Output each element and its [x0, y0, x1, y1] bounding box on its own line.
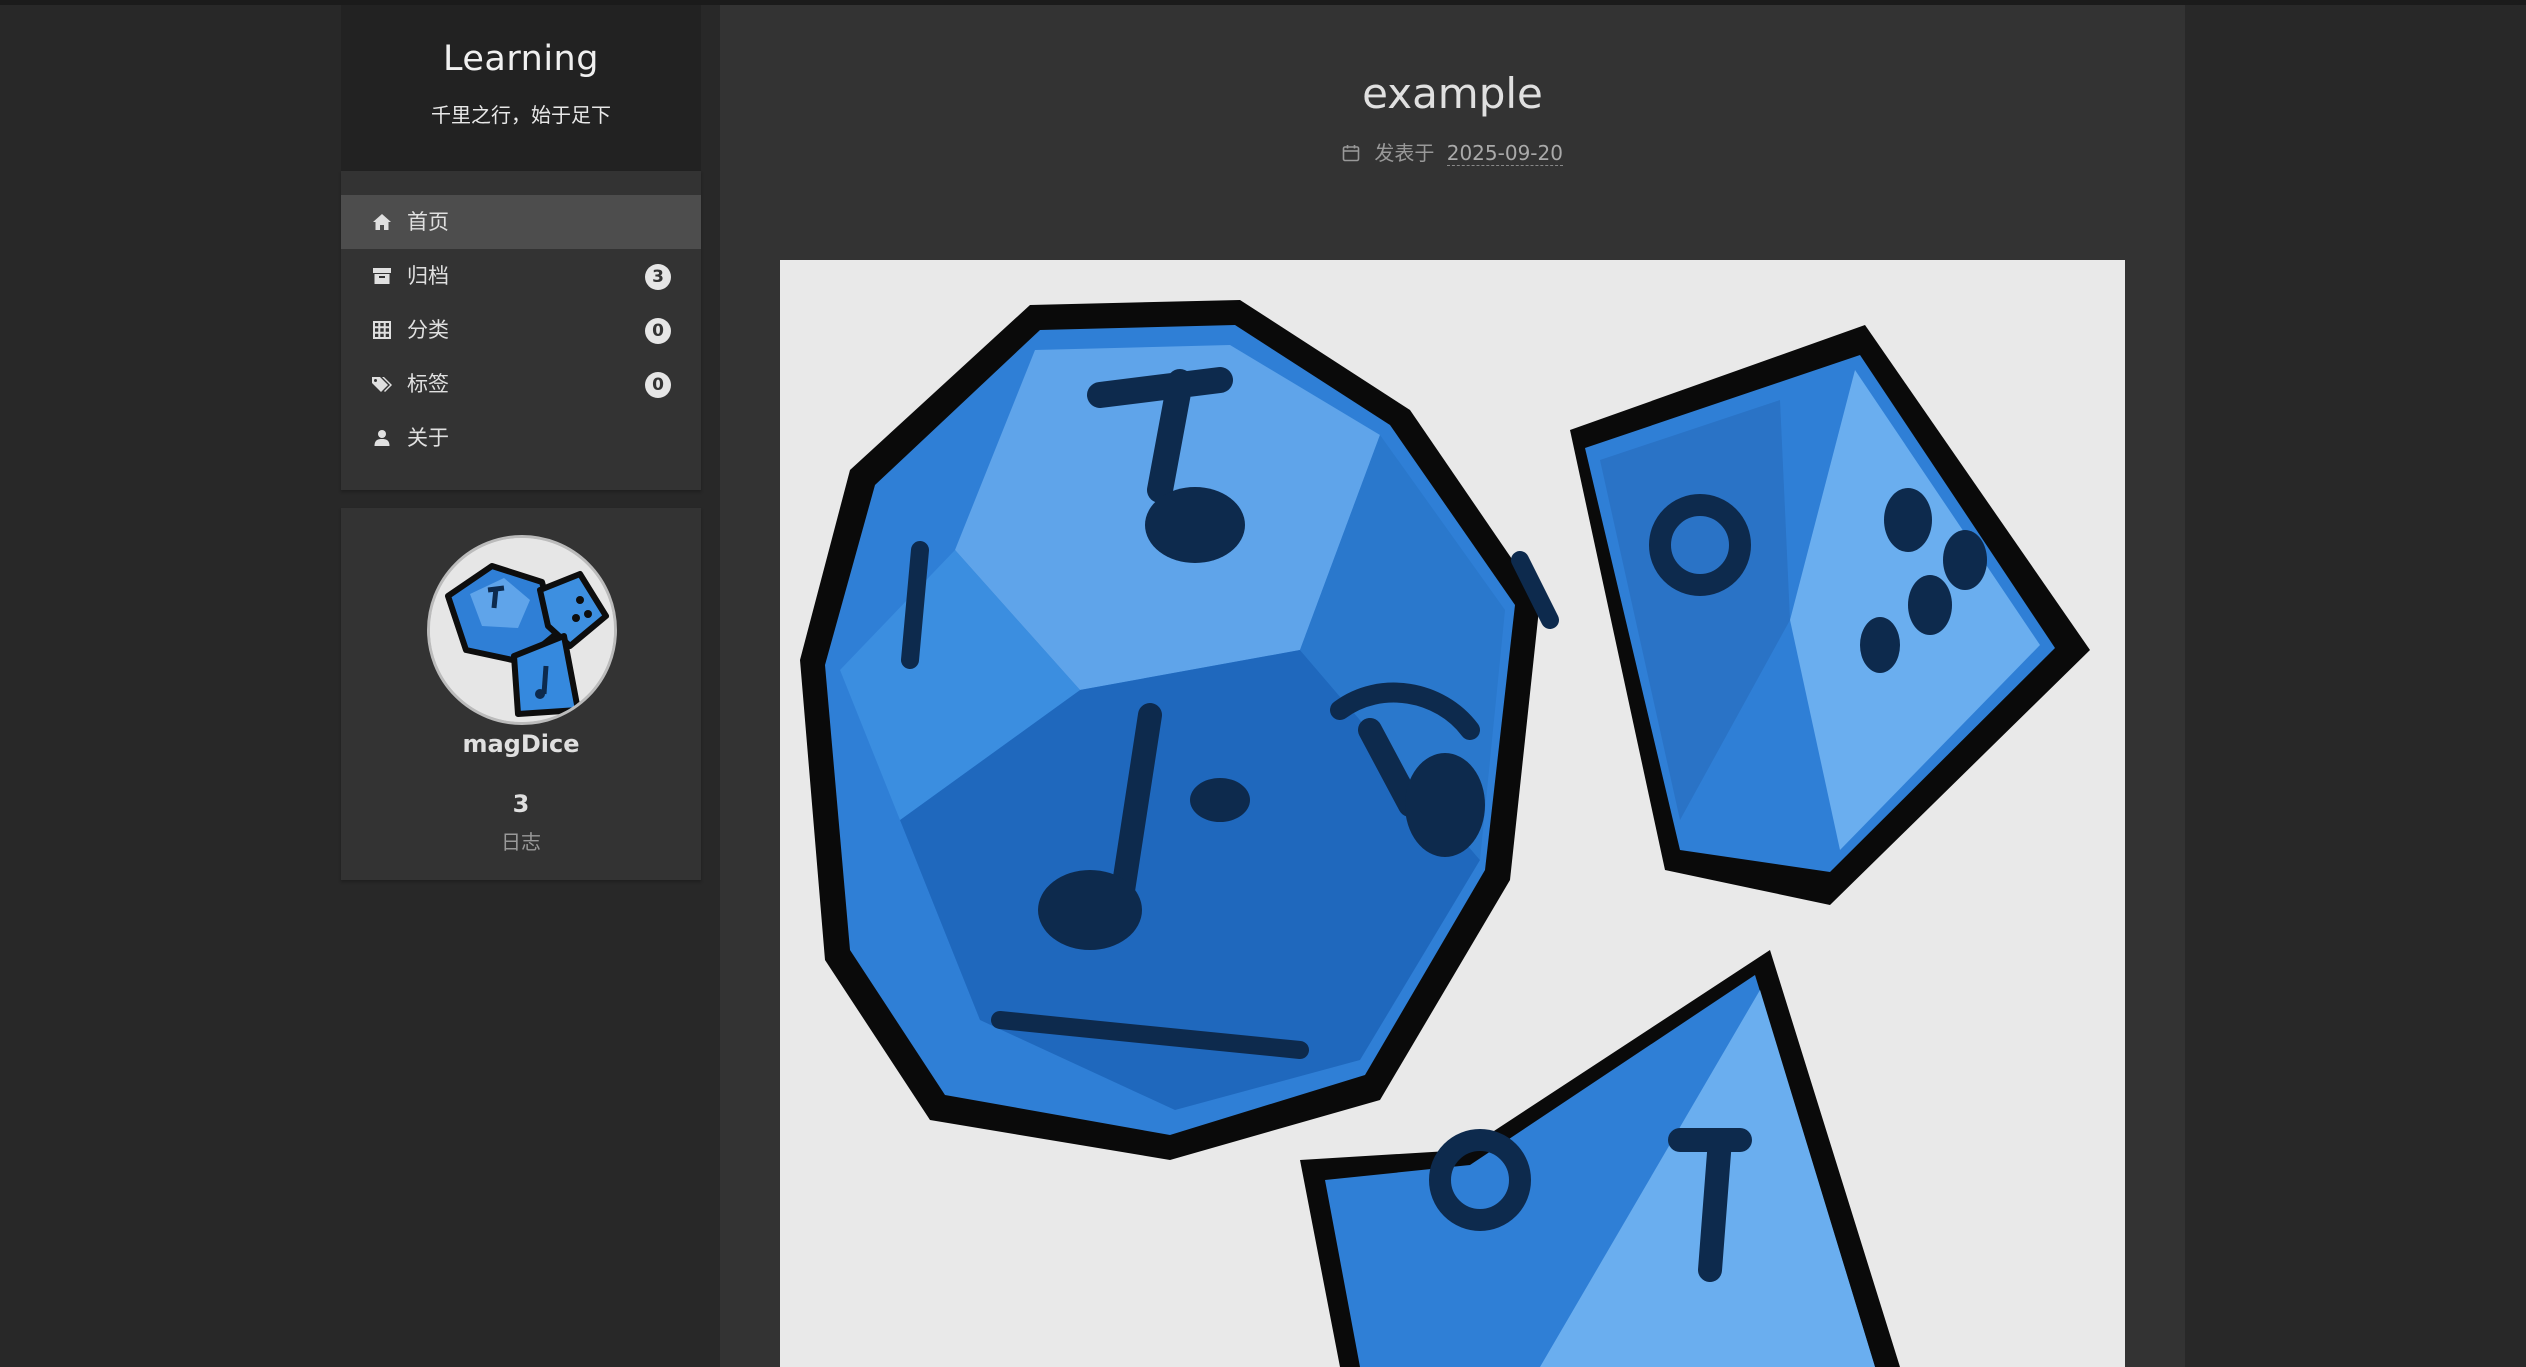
dice-avatar-icon	[430, 538, 614, 722]
menu-item-categories[interactable]: 分类 0	[341, 303, 701, 357]
post-date: 2025-09-20	[1446, 141, 1563, 166]
menu-item-label: 标签	[407, 372, 449, 396]
menu-item-label: 关于	[407, 426, 449, 450]
author-panel: magDice 3 日志	[341, 508, 701, 880]
sidebar-menu: 首页 归档 3 分类 0 标签 0 关于	[341, 171, 701, 490]
posts-count[interactable]: 3	[341, 790, 701, 818]
post-content: example 发表于 2025-09-20	[720, 5, 2185, 1367]
archive-count-badge: 3	[645, 264, 671, 290]
post-title[interactable]: example	[720, 69, 2185, 118]
menu-item-about[interactable]: 关于	[341, 411, 701, 465]
menu-item-home[interactable]: 首页	[341, 195, 701, 249]
site-title[interactable]: Learning	[341, 39, 701, 79]
tags-icon	[371, 373, 393, 395]
site-subtitle: 千里之行，始于足下	[431, 103, 611, 127]
blue-dice-illustration	[780, 260, 2125, 1367]
post-meta-prefix: 发表于	[1374, 141, 1435, 165]
archive-icon	[371, 265, 393, 287]
posts-label[interactable]: 日志	[341, 826, 701, 855]
menu-item-label: 首页	[407, 210, 449, 234]
calendar-icon	[1342, 143, 1360, 167]
site-brand: Learning 千里之行，始于足下	[341, 5, 701, 171]
author-avatar	[427, 535, 617, 725]
menu-item-label: 归档	[407, 264, 449, 288]
menu-item-tags[interactable]: 标签 0	[341, 357, 701, 411]
home-icon	[371, 211, 393, 233]
post-meta: 发表于 2025-09-20	[720, 137, 2185, 167]
menu-item-label: 分类	[407, 318, 449, 342]
user-icon	[371, 427, 393, 449]
menu-item-archives[interactable]: 归档 3	[341, 249, 701, 303]
grid-icon	[371, 319, 393, 341]
tag-count-badge: 0	[645, 372, 671, 398]
author-name: magDice	[462, 730, 580, 758]
category-count-badge: 0	[645, 318, 671, 344]
post-image	[780, 260, 2125, 1367]
